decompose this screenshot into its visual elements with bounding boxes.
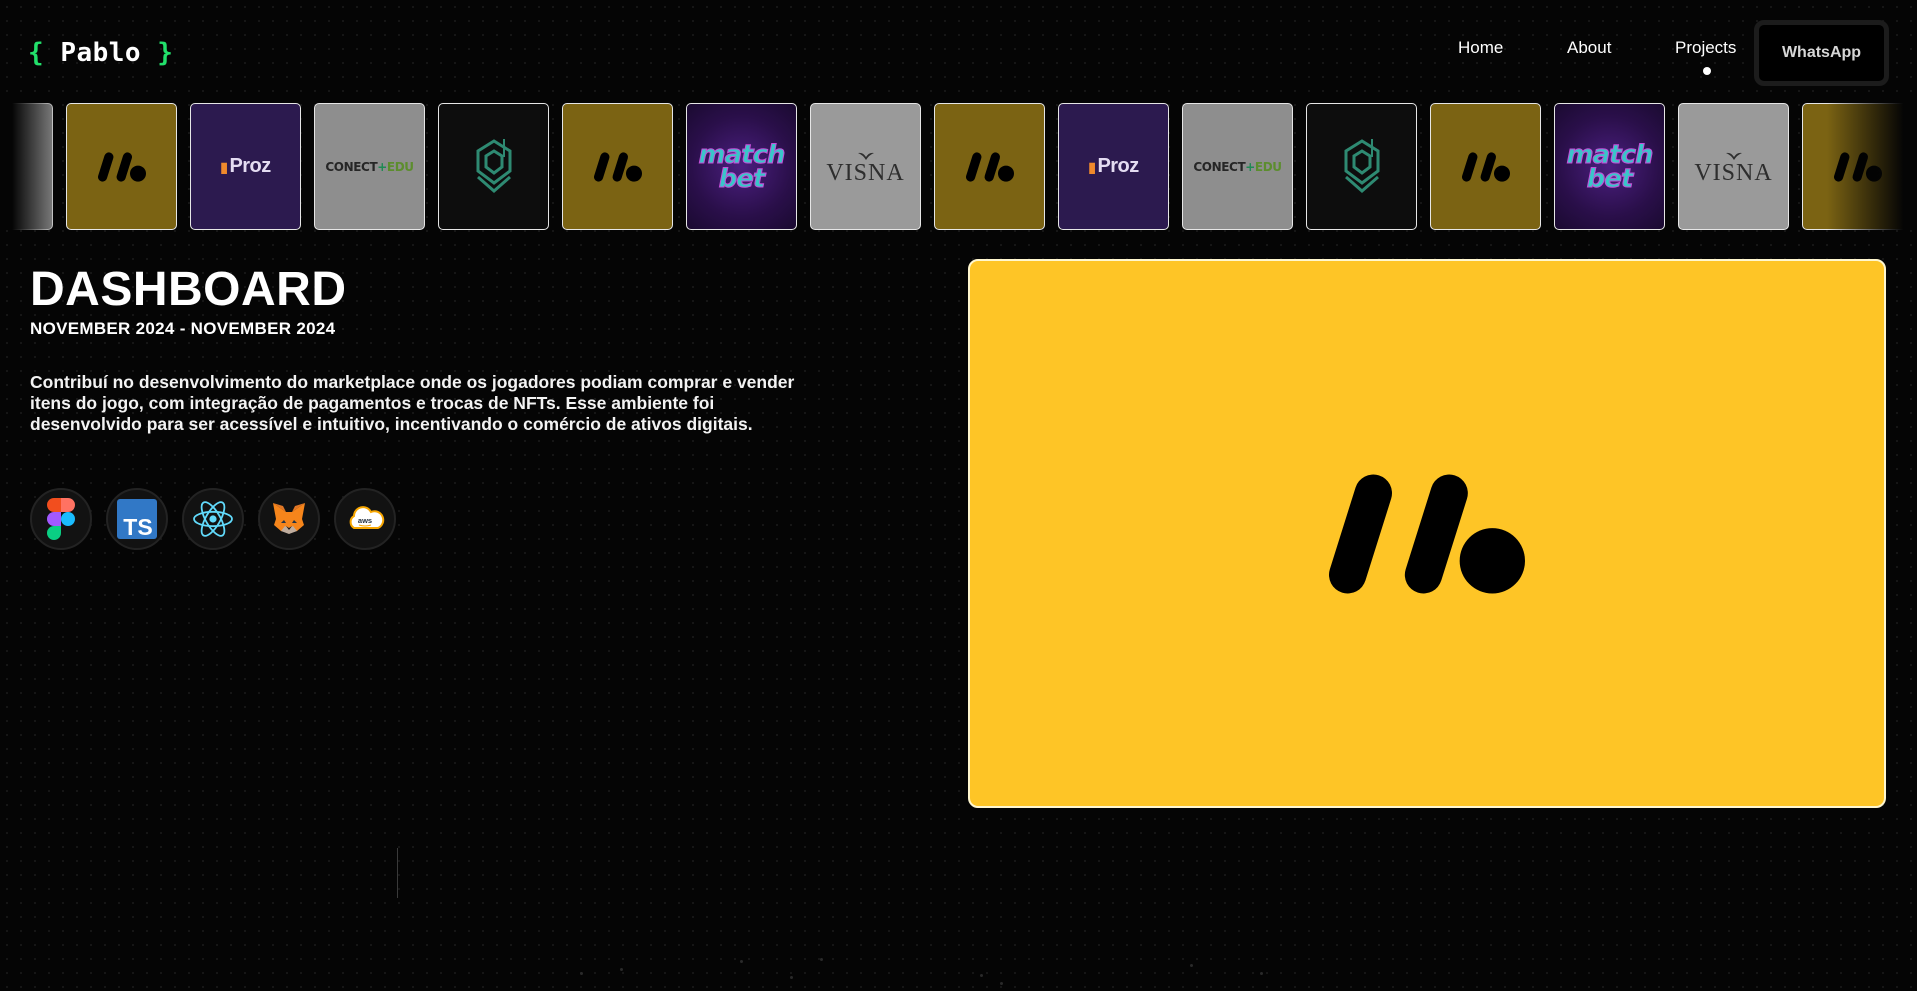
- logo-close-brace: }: [157, 38, 174, 68]
- conect-plus: +: [1245, 159, 1255, 174]
- matchbet-label-top: match: [698, 139, 786, 170]
- carousel-card-proz[interactable]: ▮ Proz: [190, 103, 301, 230]
- nav-home[interactable]: Home: [1458, 38, 1503, 58]
- matchbet-label-top: match: [1566, 139, 1654, 170]
- proz-logo: ▮ Proz: [220, 155, 271, 178]
- conect-label: CONECT: [325, 159, 378, 174]
- shield-logo-icon: [476, 138, 511, 193]
- logo-name: Pablo: [60, 38, 142, 68]
- nav-projects[interactable]: Projects: [1675, 38, 1736, 58]
- carousel-card-shield[interactable]: [438, 103, 549, 230]
- nav-about[interactable]: About: [1567, 38, 1611, 58]
- site-header: { Pablo } Home About Projects WhatsApp: [0, 0, 1917, 100]
- project-title: DASHBOARD: [30, 263, 347, 316]
- matchbet-logo: match bet: [698, 139, 786, 194]
- project-preview[interactable]: [968, 259, 1886, 808]
- project-description: Contribuí no desenvolvimento do marketpl…: [30, 372, 795, 434]
- react-icon: [193, 501, 233, 537]
- carousel-card-marketplace[interactable]: [1430, 103, 1541, 230]
- visna-logo: VISNA: [1694, 149, 1772, 185]
- figma-icon: [47, 498, 75, 540]
- carousel-card-marketplace[interactable]: [562, 103, 673, 230]
- visna-bird-icon: [857, 152, 874, 160]
- visna-bird-icon: [1725, 152, 1742, 160]
- aws-icon: aws: [349, 506, 385, 529]
- conect-edu-logo: CONECT+EDU: [1193, 159, 1282, 174]
- visna-label: VISNA: [826, 159, 905, 186]
- carousel-card-shield[interactable]: [1306, 103, 1417, 230]
- carousel-card-conect-edu[interactable]: CONECT+EDU: [1182, 103, 1293, 230]
- edu-label: EDU: [1254, 159, 1282, 174]
- proz-logo: ▮ Proz: [1088, 155, 1139, 178]
- carousel-card-proz[interactable]: ▮ Proz: [1058, 103, 1169, 230]
- carousel-card-visna[interactable]: VISNA: [810, 103, 921, 230]
- conect-plus: +: [377, 159, 387, 174]
- proz-mark-icon: ▮: [1088, 159, 1096, 175]
- metamask-icon: [273, 503, 305, 534]
- carousel-card-visna[interactable]: VISNA: [1678, 103, 1789, 230]
- edu-label: EDU: [386, 159, 414, 174]
- whatsapp-button[interactable]: WhatsApp: [1754, 20, 1889, 86]
- tech-metamask[interactable]: [258, 488, 320, 550]
- conect-label: CONECT: [1193, 159, 1246, 174]
- carousel-card-matchbet[interactable]: match bet: [686, 103, 797, 230]
- aws-label: aws: [358, 516, 372, 525]
- nav-active-indicator: [1703, 67, 1711, 75]
- proz-label: Proz: [1097, 155, 1139, 177]
- visna-label: VISNA: [1694, 159, 1773, 186]
- shield-logo-icon: [1344, 138, 1379, 193]
- tech-aws[interactable]: aws: [334, 488, 396, 550]
- proz-label: Proz: [229, 155, 271, 177]
- typescript-icon: TS: [117, 499, 157, 539]
- marketplace-logo-icon: [97, 151, 146, 182]
- carousel-card-marketplace[interactable]: [66, 103, 177, 230]
- carousel-card-matchbet[interactable]: match bet: [1554, 103, 1665, 230]
- marketplace-logo-icon: [593, 151, 642, 182]
- logo-open-brace: {: [28, 38, 45, 68]
- project-carousel: ▮ Proz CONECT+EDU match bet VISNA ▮ Proz…: [0, 103, 1917, 230]
- matchbet-logo: match bet: [1566, 139, 1654, 194]
- matchbet-label-bottom: bet: [718, 163, 766, 194]
- typescript-label: TS: [123, 514, 152, 539]
- project-dates: NOVEMBER 2024 - NOVEMBER 2024: [30, 319, 336, 338]
- tech-typescript[interactable]: TS: [106, 488, 168, 550]
- matchbet-label-bottom: bet: [1586, 163, 1634, 194]
- proz-mark-icon: ▮: [220, 159, 228, 175]
- marketplace-logo-icon: [1461, 151, 1510, 182]
- conect-edu-logo: CONECT+EDU: [325, 159, 414, 174]
- marketplace-logo-icon: [965, 151, 1014, 182]
- decorative-divider: [397, 848, 398, 898]
- visna-logo: VISNA: [826, 149, 904, 185]
- carousel-card-marketplace[interactable]: [934, 103, 1045, 230]
- carousel-card-conect-edu[interactable]: CONECT+EDU: [314, 103, 425, 230]
- logo[interactable]: { Pablo }: [28, 38, 173, 68]
- marketplace-logo-icon: [1329, 474, 1525, 593]
- carousel-fade-right: [1827, 103, 1917, 230]
- carousel-fade-left: [0, 103, 60, 230]
- tech-react[interactable]: [182, 488, 244, 550]
- tech-figma[interactable]: [30, 488, 92, 550]
